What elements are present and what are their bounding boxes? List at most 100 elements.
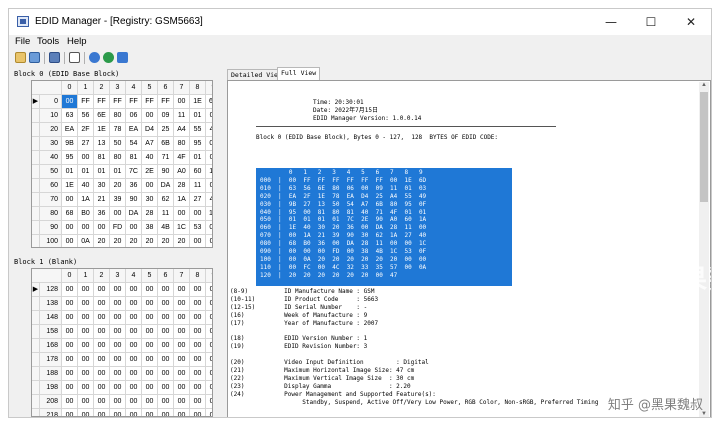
byte-cell[interactable]: 78 [110,123,126,137]
byte-cell[interactable]: 00 [174,95,190,109]
byte-cell[interactable]: 00 [174,325,190,339]
byte-cell[interactable]: 11 [174,109,190,123]
edit-icon[interactable] [69,52,80,63]
byte-cell[interactable]: 00 [190,339,206,353]
byte-cell[interactable]: 1E [94,123,110,137]
byte-cell[interactable]: 00 [126,395,142,409]
byte-cell[interactable]: 00 [190,381,206,395]
byte-cell[interactable]: 00 [190,325,206,339]
byte-cell[interactable]: 00 [158,381,174,395]
byte-cell[interactable]: 00 [94,353,110,367]
byte-cell[interactable]: 00 [126,353,142,367]
byte-cell[interactable]: 00 [142,179,158,193]
byte-cell[interactable]: B0 [78,207,94,221]
byte-cell[interactable]: 00 [110,283,126,297]
byte-cell[interactable]: 81 [94,151,110,165]
byte-cell[interactable]: 00 [110,311,126,325]
byte-cell[interactable]: 1E [62,179,78,193]
byte-cell[interactable]: DA [126,207,142,221]
byte-cell[interactable]: 1A [174,193,190,207]
byte-cell[interactable]: FF [78,95,94,109]
block1-grid[interactable]: 0123456789▶12800000000000000000000138000… [31,268,213,417]
byte-cell[interactable]: 01 [206,151,212,165]
byte-cell[interactable]: FF [110,95,126,109]
byte-cell[interactable]: 21 [94,193,110,207]
byte-cell[interactable]: 1C [174,221,190,235]
scroll-thumb[interactable] [700,92,708,202]
byte-cell[interactable]: 55 [190,123,206,137]
byte-cell[interactable]: 13 [94,137,110,151]
byte-cell[interactable]: 00 [142,339,158,353]
byte-cell[interactable]: 00 [62,283,78,297]
byte-cell[interactable]: 00 [190,353,206,367]
byte-cell[interactable]: 00 [158,325,174,339]
scroll-up-icon[interactable]: ▲ [699,82,709,88]
maximize-button[interactable]: ☐ [631,9,671,35]
byte-cell[interactable]: 00 [126,367,142,381]
byte-cell[interactable]: 00 [78,297,94,311]
byte-cell[interactable]: 06 [126,109,142,123]
byte-cell[interactable]: 00 [174,353,190,367]
tab-full-view[interactable]: Full View [277,67,321,81]
byte-cell[interactable]: 36 [126,179,142,193]
byte-cell[interactable]: 0A [78,235,94,247]
hex-dump[interactable]: 0 1 2 3 4 5 6 7 8 9 000 | 00 FF FF FF FF… [260,169,426,280]
byte-cell[interactable]: 80 [110,151,126,165]
byte-cell[interactable]: 00 [78,283,94,297]
byte-cell[interactable]: 00 [62,95,78,109]
byte-cell[interactable]: 00 [142,283,158,297]
byte-cell[interactable]: 00 [206,325,212,339]
byte-cell[interactable]: 00 [78,395,94,409]
byte-cell[interactable]: 00 [62,367,78,381]
byte-cell[interactable]: 62 [158,193,174,207]
refresh-icon[interactable] [103,52,114,63]
byte-cell[interactable]: 00 [78,311,94,325]
byte-cell[interactable]: 00 [142,367,158,381]
byte-cell[interactable]: 60 [190,165,206,179]
byte-cell[interactable]: 00 [190,367,206,381]
byte-cell[interactable]: 20 [174,235,190,247]
byte-cell[interactable]: 6D [206,95,212,109]
byte-cell[interactable]: 00 [158,409,174,416]
byte-cell[interactable]: 00 [94,311,110,325]
byte-cell[interactable]: 00 [174,395,190,409]
byte-cell[interactable]: 00 [158,395,174,409]
close-button[interactable]: ✕ [671,9,711,35]
byte-cell[interactable]: FF [126,95,142,109]
byte-cell[interactable]: 00 [126,283,142,297]
byte-cell[interactable]: 00 [142,325,158,339]
byte-cell[interactable]: 9B [62,137,78,151]
byte-cell[interactable]: 00 [174,283,190,297]
vertical-scrollbar[interactable]: ▲ ▼ [699,82,709,417]
byte-cell[interactable]: EA [62,123,78,137]
byte-cell[interactable]: 00 [78,367,94,381]
byte-cell[interactable]: 95 [62,151,78,165]
byte-cell[interactable]: 00 [190,395,206,409]
byte-cell[interactable]: 00 [206,297,212,311]
byte-cell[interactable]: 00 [126,381,142,395]
byte-cell[interactable]: 00 [62,409,78,416]
byte-cell[interactable]: 00 [190,311,206,325]
byte-cell[interactable]: 20 [94,235,110,247]
byte-cell[interactable]: 00 [206,381,212,395]
byte-cell[interactable]: 63 [62,109,78,123]
byte-cell[interactable]: 01 [94,165,110,179]
byte-cell[interactable]: 00 [142,109,158,123]
byte-cell[interactable]: 03 [206,109,212,123]
byte-cell[interactable]: 00 [190,283,206,297]
byte-cell[interactable]: 01 [190,109,206,123]
byte-cell[interactable]: 20 [158,235,174,247]
byte-cell[interactable]: 00 [174,311,190,325]
byte-cell[interactable]: 00 [190,207,206,221]
byte-cell[interactable]: 01 [190,151,206,165]
minimize-button[interactable]: — [591,9,631,35]
byte-cell[interactable]: 00 [110,353,126,367]
byte-cell[interactable]: 00 [62,395,78,409]
byte-cell[interactable]: 30 [142,193,158,207]
open-folder-icon[interactable] [15,52,26,63]
byte-cell[interactable]: 68 [62,207,78,221]
byte-cell[interactable]: FF [158,95,174,109]
byte-cell[interactable]: 00 [126,221,142,235]
byte-cell[interactable]: 00 [142,409,158,416]
byte-cell[interactable]: 01 [78,165,94,179]
